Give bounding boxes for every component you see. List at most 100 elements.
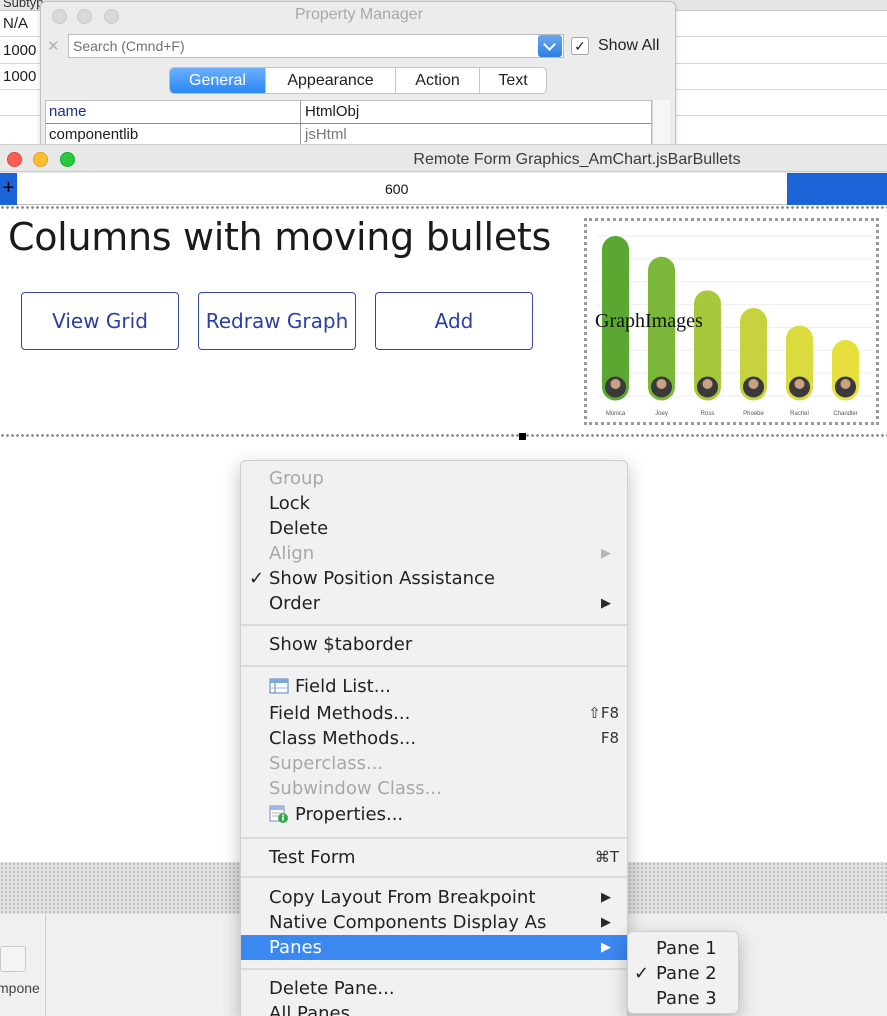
menu-item-show-taborder[interactable]: Show $taborder (241, 632, 627, 657)
panes-submenu: Pane 1 ✓ Pane 2 Pane 3 (627, 931, 739, 1014)
submenu-item-pane-3[interactable]: Pane 3 (628, 986, 740, 1011)
menu-item-group[interactable]: Group (241, 466, 627, 491)
menu-item-label: Field Methods... (269, 703, 411, 724)
menu-separator (241, 876, 627, 878)
menu-item-label: Show Position Assistance (269, 568, 496, 589)
clear-search-icon[interactable]: ✕ (47, 37, 60, 55)
category-label: Joey (655, 411, 668, 417)
menu-item-label: Panes (269, 937, 322, 958)
menu-item-test-form[interactable]: Test Form ⌘T (241, 845, 627, 870)
breakpoint-ruler[interactable]: + 600 (0, 173, 887, 205)
menu-item-label: Show $taborder (269, 634, 413, 655)
component-icon[interactable] (0, 946, 26, 972)
ruler-value: 600 (385, 181, 409, 197)
tab-action[interactable]: Action (396, 68, 480, 93)
menu-item-label: Superclass... (269, 753, 384, 774)
submenu-item-pane-1[interactable]: Pane 1 (628, 936, 740, 961)
menu-item-label: All Panes (269, 1003, 350, 1016)
tab-appearance[interactable]: Appearance (266, 68, 396, 93)
property-manager-title: Property Manager (294, 6, 424, 23)
property-value[interactable]: HtmlObj (301, 101, 651, 123)
menu-item-label: Delete Pane... (269, 978, 395, 999)
menu-item-label: Lock (269, 493, 311, 514)
ruler-marker[interactable] (787, 173, 887, 205)
category-label: Chandler (833, 411, 857, 417)
menu-item-copy-layout-from-breakpoint[interactable]: Copy Layout From Breakpoint ▶ (241, 885, 627, 910)
resize-handle[interactable] (519, 433, 526, 440)
tab-text[interactable]: Text (480, 68, 546, 93)
field-list-icon (269, 678, 289, 694)
avatar-face (610, 379, 621, 389)
submenu-arrow-icon: ▶ (601, 546, 611, 561)
menu-item-native-components-display-as[interactable]: Native Components Display As ▶ (241, 910, 627, 935)
menu-item-class-methods[interactable]: Class Methods... F8 (241, 726, 627, 751)
avatar-face (794, 379, 805, 389)
submenu-item-label: Pane 2 (656, 963, 717, 984)
submenu-arrow-icon: ▶ (601, 940, 611, 955)
avatar-face (840, 379, 851, 389)
panel-divider (45, 914, 46, 1016)
avatar-face (702, 379, 713, 389)
menu-item-subwindow-class[interactable]: Subwindow Class... (241, 776, 627, 801)
avatar-face (748, 379, 759, 389)
context-menu: Group Lock Delete Align ▶ ✓ Show Position Assi… (240, 460, 628, 1016)
submenu-item-label: Pane 3 (656, 988, 717, 1009)
menu-item-all-panes[interactable]: All Panes (241, 1001, 627, 1016)
menu-item-label: Delete (269, 518, 329, 539)
property-table: name HtmlObj componentlib jsHtml (45, 100, 652, 148)
property-row[interactable]: name HtmlObj (46, 101, 651, 124)
menu-item-field-list[interactable]: Field List... (241, 674, 627, 699)
menu-item-label: Field List... (295, 676, 391, 697)
menu-item-label: Native Components Display As (269, 912, 547, 933)
menu-item-properties[interactable]: Properties... (241, 802, 627, 827)
window-title: Remote Form Graphics_AmChart.jsBarBullet… (413, 151, 741, 168)
search-input[interactable]: Search (Cmnd+F) (68, 34, 564, 58)
submenu-arrow-icon: ▶ (601, 596, 611, 611)
pane-border-top (0, 205, 887, 210)
menu-item-panes[interactable]: Panes ▶ (241, 935, 627, 960)
page-title[interactable]: Columns with moving bullets (8, 215, 551, 259)
add-button[interactable]: Add (375, 292, 533, 350)
menu-separator (241, 665, 627, 667)
menu-item-delete[interactable]: Delete (241, 516, 627, 541)
category-label: Rachel (790, 411, 809, 417)
avatar-face (656, 379, 667, 389)
menu-item-label: Order (269, 593, 321, 614)
shortcut-label: F8 (600, 729, 619, 747)
menu-item-label: Class Methods... (269, 728, 417, 749)
menu-item-align[interactable]: Align ▶ (241, 541, 627, 566)
category-label: Monica (606, 411, 626, 417)
menu-item-field-methods[interactable]: Field Methods... ⇧F8 (241, 701, 627, 726)
redraw-graph-button[interactable]: Redraw Graph (198, 292, 356, 350)
menu-item-delete-pane[interactable]: Delete Pane... (241, 976, 627, 1001)
tab-general[interactable]: General (170, 68, 266, 93)
category-label: Ross (701, 411, 715, 417)
property-key: name (46, 101, 301, 123)
properties-icon (269, 805, 288, 823)
shortcut-label: ⌘T (594, 848, 619, 866)
submenu-item-label: Pane 1 (656, 938, 717, 959)
menu-separator (241, 837, 627, 839)
menu-item-label: Align (269, 543, 315, 564)
menu-item-superclass[interactable]: Superclass... (241, 751, 627, 776)
show-all-checkbox[interactable]: ✓ (571, 37, 589, 55)
add-breakpoint-icon[interactable]: + (0, 173, 17, 205)
submenu-item-pane-2[interactable]: ✓ Pane 2 (628, 961, 740, 986)
menu-item-label: Test Form (269, 847, 356, 868)
property-manager-window: Property Manager ✕ Search (Cmnd+F) ✓ Sho… (40, 1, 676, 150)
menu-separator (241, 624, 627, 626)
submenu-arrow-icon: ▶ (601, 890, 611, 905)
property-tabs: General Appearance Action Text (169, 67, 547, 94)
graph-images-label: GraphImages (595, 310, 703, 332)
menu-separator (241, 968, 627, 970)
component-label: mpone (0, 980, 40, 996)
view-grid-button[interactable]: View Grid (21, 292, 179, 350)
property-scrollbar[interactable] (652, 100, 670, 150)
search-dropdown-button[interactable] (538, 35, 562, 57)
menu-item-show-position-assistance[interactable]: ✓ Show Position Assistance (241, 566, 627, 591)
menu-item-order[interactable]: Order ▶ (241, 591, 627, 616)
show-all-label: Show All (598, 37, 660, 54)
menu-item-lock[interactable]: Lock (241, 491, 627, 516)
checkmark-icon: ✓ (634, 963, 650, 984)
checkmark-icon: ✓ (249, 568, 265, 589)
